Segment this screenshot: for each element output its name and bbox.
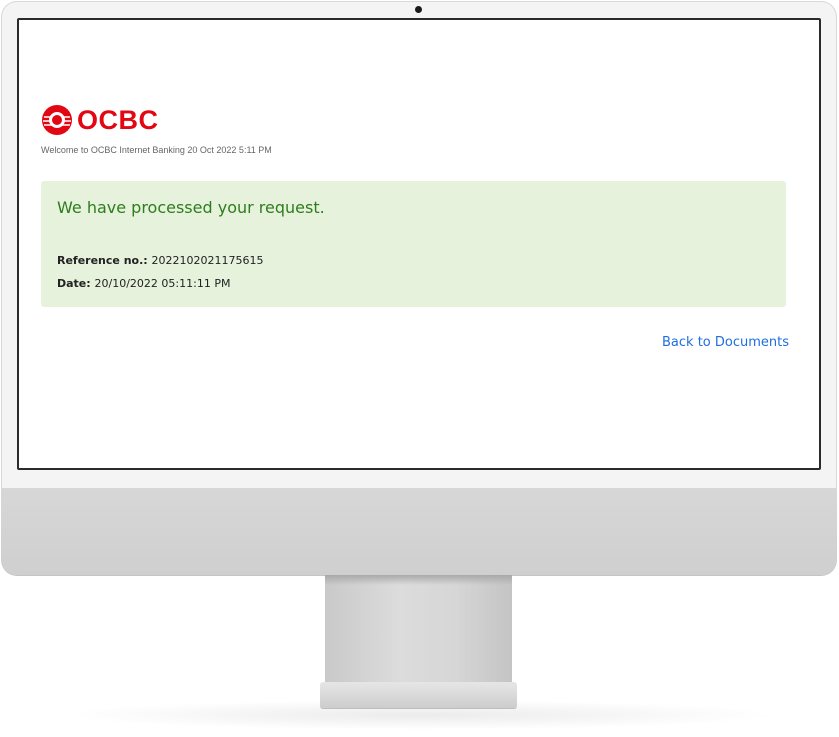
brand-wordmark: OCBC xyxy=(77,104,159,135)
brand-logo: OCBC xyxy=(41,104,159,136)
desktop-stage: OCBC Welcome to OCBC Internet Banking 20… xyxy=(0,0,839,737)
back-to-documents-link[interactable]: Back to Documents xyxy=(662,335,789,350)
date-label: Date: xyxy=(57,277,95,290)
success-panel: We have processed your request. Referenc… xyxy=(41,181,786,307)
success-title: We have processed your request. xyxy=(57,198,325,217)
monitor-screen: OCBC Welcome to OCBC Internet Banking 20… xyxy=(17,18,821,470)
reference-value: 2022102021175615 xyxy=(151,254,264,267)
reference-row: Reference no.: 2022102021175615 xyxy=(57,254,263,267)
welcome-text: Welcome to OCBC Internet Banking 20 Oct … xyxy=(41,145,272,155)
reference-label: Reference no.: xyxy=(57,254,152,267)
date-value: 20/10/2022 05:11:11 PM xyxy=(94,277,231,290)
monitor-stand-shadow xyxy=(325,575,512,585)
camera-icon xyxy=(415,6,422,13)
ocbc-logo-icon xyxy=(41,104,73,136)
monitor-foot xyxy=(320,682,517,708)
date-row: Date: 20/10/2022 05:11:11 PM xyxy=(57,277,230,290)
monitor-chin xyxy=(1,488,837,575)
monitor-stand xyxy=(325,575,512,685)
